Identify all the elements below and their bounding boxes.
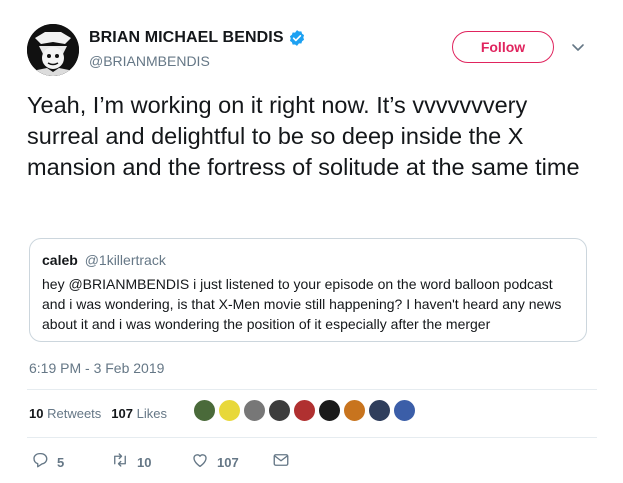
quoted-author-name: caleb [42, 252, 78, 268]
quoted-tweet[interactable]: caleb @1killertrack hey @BRIANMBENDIS i … [29, 238, 587, 342]
author-handle[interactable]: @BRIANMBENDIS [89, 53, 210, 69]
likes-count: 107 [111, 405, 133, 421]
liker-avatar[interactable] [268, 399, 291, 422]
heart-icon [191, 451, 209, 474]
liker-avatar[interactable] [193, 399, 216, 422]
divider-bottom [27, 437, 597, 438]
author-display-name[interactable]: BRIAN MICHAEL BENDIS [89, 29, 284, 47]
liker-avatar[interactable] [293, 399, 316, 422]
quoted-author-row: caleb @1killertrack [42, 251, 574, 269]
author-avatar[interactable] [27, 24, 79, 76]
follow-button[interactable]: Follow [452, 31, 554, 63]
retweet-button[interactable]: 10 [111, 451, 151, 474]
liker-avatar[interactable] [318, 399, 341, 422]
likes-stat[interactable]: 107 Likes [111, 406, 167, 421]
liker-avatar[interactable] [243, 399, 266, 422]
envelope-icon [272, 451, 290, 474]
avatar-image [27, 24, 79, 76]
retweet-count: 10 [137, 455, 152, 470]
likes-label: Likes [136, 405, 167, 421]
author-name-row: BRIAN MICHAEL BENDIS [89, 29, 306, 47]
liker-avatars [193, 399, 418, 422]
quoted-author-handle: @1killertrack [84, 252, 166, 268]
chevron-down-icon[interactable] [570, 39, 586, 55]
liker-avatar[interactable] [343, 399, 366, 422]
tweet-stats: 10 Retweets 107 Likes [29, 403, 177, 423]
tweet-text: Yeah, I’m working on it right now. It’s … [27, 92, 580, 180]
retweets-stat[interactable]: 10 Retweets [29, 406, 101, 421]
divider-top [27, 389, 597, 390]
reply-icon [31, 451, 49, 474]
retweet-icon [111, 451, 129, 474]
reply-button[interactable]: 5 [31, 451, 64, 474]
liker-avatar[interactable] [218, 399, 241, 422]
verified-badge-icon [288, 29, 306, 47]
reply-count: 5 [57, 455, 65, 470]
tweet-header: BRIAN MICHAEL BENDIS @BRIANMBENDIS Follo… [27, 22, 597, 78]
like-button[interactable]: 107 [191, 451, 239, 474]
liker-avatar[interactable] [393, 399, 416, 422]
retweets-label: Retweets [47, 405, 102, 421]
liker-avatar[interactable] [368, 399, 391, 422]
direct-message-button[interactable] [272, 451, 290, 474]
quoted-tweet-text: hey @BRIANMBENDIS i just listened to you… [42, 276, 562, 332]
retweets-count: 10 [29, 405, 44, 421]
tweet-timestamp[interactable]: 6:19 PM - 3 Feb 2019 [29, 360, 164, 376]
like-count: 107 [217, 455, 239, 470]
